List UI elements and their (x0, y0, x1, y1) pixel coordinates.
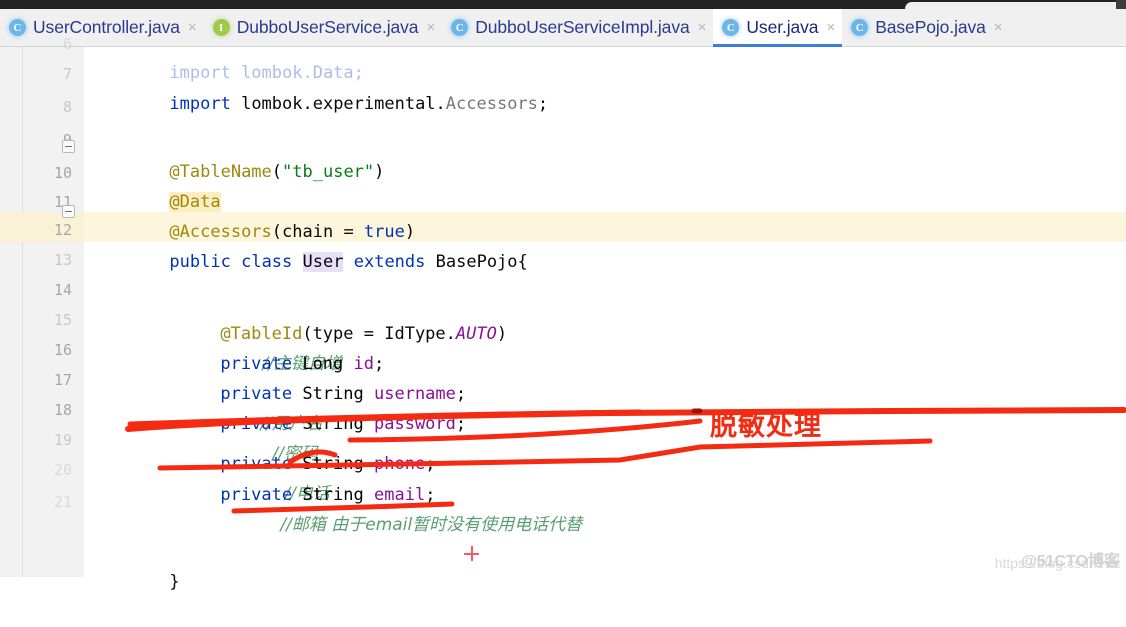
close-icon[interactable]: × (426, 20, 435, 35)
code-line-21: } (108, 537, 179, 592)
code-token-package: lombok.experimental. (230, 94, 446, 114)
code-token-enum-value: AUTO (455, 324, 497, 344)
editor-gutter[interactable]: 6 7 8 9 10 11 12 13 14 15 16 17 18 19 20… (0, 35, 85, 577)
line-number: 18 (53, 401, 72, 419)
line-number: 21 (53, 493, 72, 511)
code-text-area[interactable]: import lombok.Data; import lombok.experi… (84, 47, 1126, 592)
code-line-15: private Long id; (159, 319, 384, 374)
watermark-brand: @51CTO博客 (1021, 553, 1120, 570)
close-icon[interactable]: × (698, 20, 707, 35)
code-line-6: import lombok.Data; (108, 28, 363, 83)
line-number: 19 (53, 431, 72, 449)
code-token-classname: Accessors (445, 94, 538, 114)
gutter-divider (22, 47, 23, 577)
code-line-16: private String username; //用户名 (159, 349, 466, 434)
add-caret-marker-icon (464, 546, 479, 561)
java-class-icon: C (722, 19, 740, 36)
close-icon[interactable]: × (826, 20, 835, 35)
code-line-17: private String password; //密码 (159, 379, 466, 464)
watermark: https://blog.csdn.net @51CTO博客 (995, 553, 1120, 571)
code-line-10: @Data (108, 157, 221, 212)
editor-tab-user[interactable]: C User.java × (713, 8, 843, 47)
code-fold-collapse-icon[interactable] (62, 205, 75, 218)
code-token-semicolon: ; (455, 414, 467, 434)
code-token-paren: ) (496, 324, 508, 344)
code-token-paren: ) (374, 162, 385, 182)
code-line-18: private String phone; //电话 (159, 419, 435, 504)
line-number: 16 (53, 341, 72, 359)
editor-tab-label: BasePojo.java (875, 17, 986, 37)
code-line-12: public class User extends BasePojo{ (108, 217, 528, 272)
java-class-icon: C (851, 19, 869, 36)
code-token-brace: { (517, 252, 528, 272)
code-token-keyword-public: public (169, 252, 231, 272)
line-number: 10 (53, 164, 72, 182)
line-number: 7 (62, 65, 72, 83)
line-number: 12 (53, 221, 72, 239)
line-number: 17 (53, 371, 72, 389)
code-token-enum-type: IdType. (384, 324, 456, 344)
code-token-field-email: email (374, 485, 426, 506)
code-token-keyword-class: class (241, 252, 293, 272)
code-token-keyword-private: private (220, 485, 293, 505)
code-token-paren: ( (271, 162, 283, 182)
code-editor[interactable]: 6 7 8 9 10 11 12 13 14 15 16 17 18 19 20… (0, 35, 1126, 592)
line-number: 20 (53, 461, 72, 479)
code-line-14: @TableId(type = IdType.AUTO) //主键自增 (159, 289, 507, 374)
code-line-7: import lombok.experimental.Accessors; (108, 59, 548, 114)
annotation-label-desensitization: 脱敏处理 (710, 411, 822, 442)
code-comment-email: //邮箱 由于email暂时没有使用电话代替 (280, 515, 583, 535)
line-number: 6 (62, 35, 72, 53)
java-class-icon: C (451, 19, 469, 36)
code-line-9: @TableName("tb_user") (108, 127, 384, 182)
code-token-string: "tb_user" (282, 162, 375, 182)
code-line-11: @Accessors(chain = true) (108, 187, 415, 242)
code-token-keyword-extends: extends (353, 252, 426, 272)
line-number: 14 (53, 281, 72, 299)
code-line-19: private String email; //邮箱 由于email暂时没有使用… (159, 450, 582, 535)
code-token-keyword: import (169, 94, 231, 114)
code-token-semicolon: ; (425, 485, 436, 505)
editor-tab-basepojo[interactable]: C BasePojo.java × (842, 9, 1009, 47)
window-controls-nub (1116, 0, 1126, 9)
editor-tab-label: User.java (746, 17, 819, 37)
code-token-class-name: User (302, 252, 344, 272)
code-token-semicolon: ; (537, 94, 549, 114)
editor-tab-dubbouserserviceimpl[interactable]: C DubboUserServiceImpl.java × (442, 9, 713, 47)
code-fold-collapse-icon[interactable] (62, 140, 75, 153)
code-token-closing-brace: } (169, 572, 180, 592)
code-token-type-string: String (302, 485, 364, 505)
close-icon[interactable]: × (994, 20, 1003, 35)
java-class-icon: C (9, 19, 26, 36)
line-number: 13 (53, 251, 72, 269)
code-token-superclass: BasePojo (435, 252, 518, 272)
editor-tab-label: DubboUserServiceImpl.java (475, 17, 690, 37)
line-number: 15 (53, 311, 72, 329)
line-number: 8 (62, 98, 72, 116)
